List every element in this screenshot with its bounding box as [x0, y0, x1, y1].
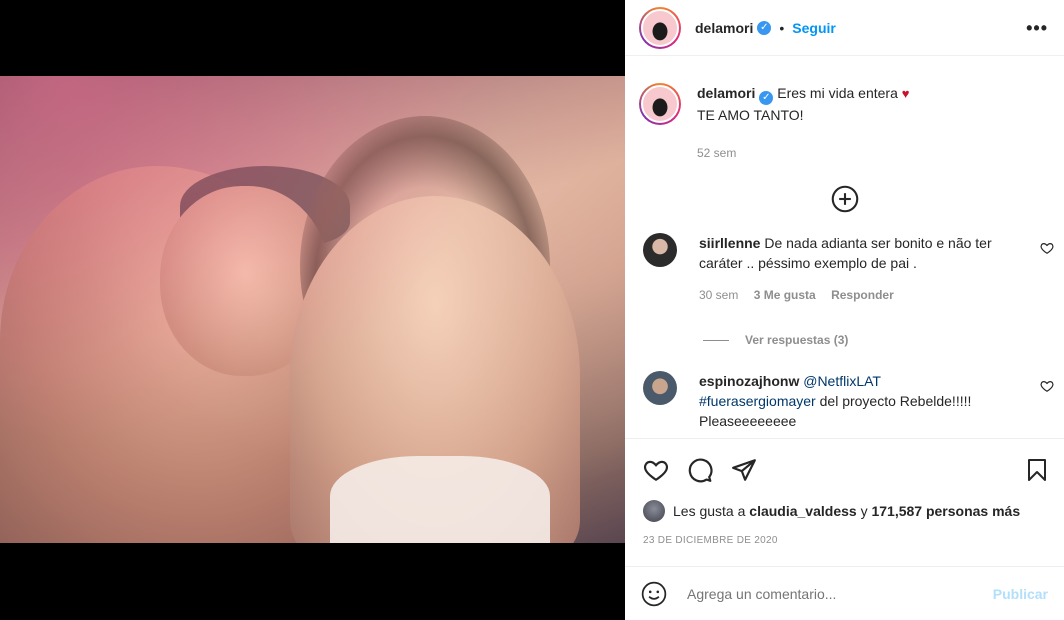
more-options-icon[interactable]: •••: [1026, 18, 1048, 39]
post-actions-bar: [625, 438, 1064, 498]
commenter-username[interactable]: espinozajhonw: [699, 373, 799, 389]
post-photo[interactable]: [0, 76, 625, 543]
post-side-panel: delamori ✓ • Seguir ••• delamori ✓ Eres m…: [625, 0, 1064, 620]
comment-text: del proyecto Rebelde!!!!!: [819, 393, 972, 409]
verified-badge-icon: ✓: [759, 91, 774, 105]
comment-composer: Publicar: [625, 566, 1064, 620]
add-comments-icon[interactable]: [831, 185, 859, 213]
liker-username[interactable]: claudia_valdess: [749, 503, 856, 519]
publish-button[interactable]: Publicar: [993, 586, 1048, 602]
post-caption: delamori ✓ Eres mi vida entera ♥ TE AMO T…: [625, 57, 1064, 163]
caption-text-line2: TE AMO TANTO!: [697, 107, 804, 123]
caption-time[interactable]: 52 sem: [697, 143, 909, 163]
liker-avatar: [643, 500, 665, 522]
comment-mention[interactable]: @NetflixLAT: [803, 373, 881, 389]
comment-input[interactable]: [687, 585, 993, 602]
follow-button[interactable]: Seguir: [792, 20, 836, 36]
comment-item: siirllenne De nada adianta ser bonito e …: [625, 233, 1064, 305]
heart-icon[interactable]: [1040, 379, 1054, 393]
heart-icon[interactable]: [1040, 241, 1054, 255]
post-header: delamori ✓ • Seguir •••: [625, 0, 1064, 56]
likes-summary[interactable]: Les gusta a claudia_valdess y 171,587 pe…: [643, 500, 1020, 522]
view-replies-button[interactable]: Ver respuestas (3): [703, 333, 1064, 347]
replies-divider: [703, 339, 729, 341]
author-avatar[interactable]: [639, 6, 681, 49]
comment-item: espinozajhonw @NetflixLAT #fuerasergioma…: [625, 371, 1064, 431]
red-heart-icon: ♥: [901, 86, 910, 101]
comment-time[interactable]: 30 sem: [699, 288, 738, 302]
commenter-avatar[interactable]: [643, 371, 677, 405]
comment-likes[interactable]: 3 Me gusta: [754, 288, 816, 302]
view-replies-label: Ver respuestas (3): [745, 333, 849, 347]
comment-text-line3: Pleaseeeeeeee: [699, 413, 797, 429]
comment-meta: 30 sem 3 Me gusta Responder: [699, 285, 1029, 305]
bookmark-icon[interactable]: [1025, 457, 1049, 483]
post-media: [0, 0, 625, 620]
emoji-icon[interactable]: [641, 581, 667, 607]
comment-hashtag[interactable]: #fuerasergiomayer: [699, 393, 816, 409]
author-username[interactable]: delamori: [695, 20, 753, 36]
likes-conj: y: [860, 503, 868, 519]
commenter-avatar[interactable]: [643, 233, 677, 267]
likes-prefix: Les gusta a: [673, 503, 746, 519]
commenter-username[interactable]: siirllenne: [699, 235, 760, 251]
comment-icon[interactable]: [687, 457, 713, 483]
post-date[interactable]: 23 DE DICIEMBRE DE 2020: [643, 535, 778, 546]
reply-button[interactable]: Responder: [831, 288, 894, 302]
caption-username[interactable]: delamori: [697, 85, 755, 101]
likes-count[interactable]: 171,587 personas más: [871, 503, 1020, 519]
verified-badge-icon: ✓: [757, 20, 772, 35]
separator-dot: •: [779, 19, 785, 36]
comments-list[interactable]: delamori ✓ Eres mi vida entera ♥ TE AMO T…: [625, 57, 1064, 438]
share-icon[interactable]: [731, 457, 757, 483]
caption-avatar[interactable]: [639, 83, 681, 125]
caption-text: Eres mi vida entera: [777, 85, 898, 101]
heart-icon[interactable]: [643, 457, 669, 483]
